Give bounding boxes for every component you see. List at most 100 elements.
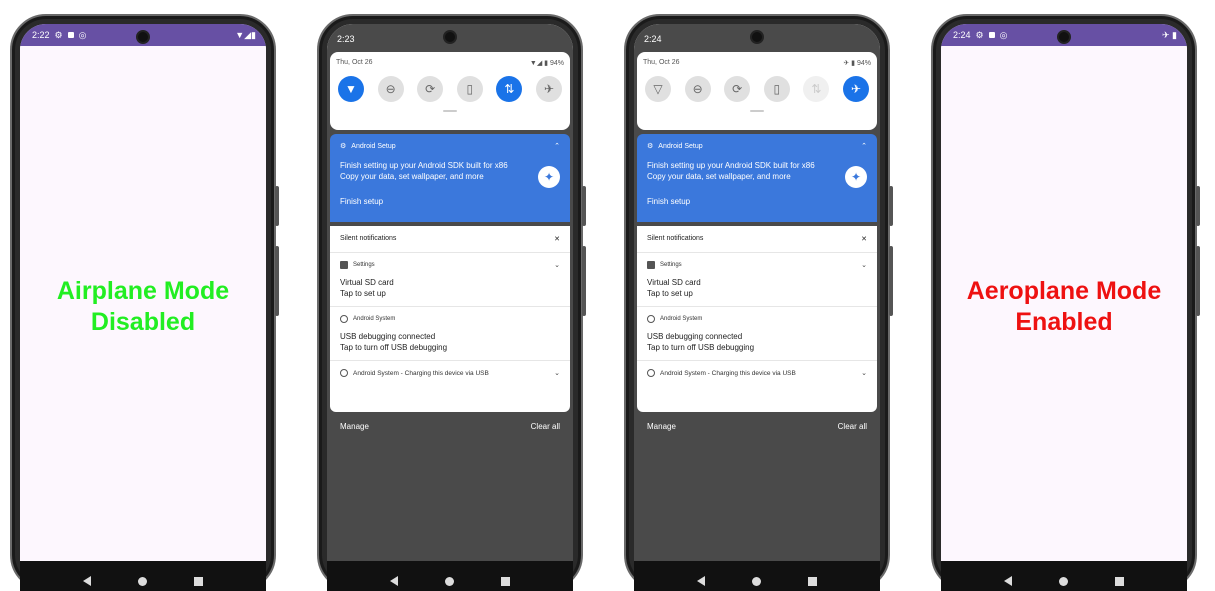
phone-screen: 2:24 ⚙ ◎ ✈ ▮ Aeroplane Mode Enabled [941,24,1187,591]
silent-notifications-card: Silent notifications ✕ Settings ⌄ Virtua… [330,226,570,412]
chevron-down-icon[interactable]: ⌄ [554,261,560,269]
auto-rotate-tile-icon[interactable]: ⟳ [417,76,444,102]
qs-status-icons: ✈ ▮ 94% [843,60,871,67]
list-item[interactable]: Android System - Charging this device vi… [637,360,877,385]
qs-date[interactable]: Thu, Oct 26 [336,59,373,67]
android-system-icon [647,315,655,323]
drag-handle[interactable] [443,110,457,112]
android-system-icon [340,369,348,377]
magic-wand-icon: ✦ [845,166,867,188]
setup-notification[interactable]: ⚙ Android Setup ⌃ Finish setting up your… [637,134,877,222]
status-line-1: Aeroplane Mode [966,277,1162,305]
silent-notifications-card: Silent notifications ✕ Settings ⌄ Virtua… [637,226,877,412]
battery-saver-tile-icon[interactable]: ▯ [763,76,790,102]
power-button [889,246,893,316]
sd-card-icon [340,261,348,269]
setup-notification[interactable]: ⚙ Android Setup ⌃ Finish setting up your… [330,134,570,222]
airplane-mode-tile-icon[interactable]: ✈ [842,76,869,102]
volume-button [275,186,279,226]
power-button [275,246,279,316]
list-item[interactable]: Android System USB debugging connected T… [330,306,570,360]
recents-icon[interactable] [500,576,510,586]
back-icon[interactable] [1004,576,1013,586]
clear-all-button[interactable]: Clear all [838,422,867,431]
finish-setup-button[interactable]: Finish setup [647,197,867,206]
phone-frame-2: 2:23 Thu, Oct 26 ▼◢ ▮ 94% ▼ ⊖ ⟳ ▯ ⇅ ✈ ⚙ … [317,14,586,591]
airplane-mode-tile-icon[interactable]: ✈ [535,76,562,102]
auto-rotate-tile-icon[interactable]: ⟳ [724,76,751,102]
notif-title: USB debugging connected [340,332,436,341]
silent-header: Silent notifications [340,235,397,242]
volume-button [889,186,893,226]
phone-screen: 2:24 Thu, Oct 26 ✈ ▮ 94% ▽ ⊖ ⟳ ▯ ⇅ ✈ ⚙ A… [634,24,880,591]
gear-icon: ⚙ [647,143,654,150]
list-item[interactable]: Settings ⌄ Virtual SD card Tap to set up [637,252,877,306]
phone-frame-1: 2:22 ⚙ ◎ ▼◢▮ Airplane Mode Disabled [10,14,279,591]
recents-icon[interactable] [1114,576,1124,586]
notif-app-name: Settings [353,262,375,268]
android-system-icon [340,315,348,323]
close-icon[interactable]: ✕ [861,235,867,243]
sd-card-icon [647,261,655,269]
manage-button[interactable]: Manage [340,422,369,431]
home-icon[interactable] [137,576,147,586]
camera-icon [750,30,764,44]
battery-saver-tile-icon[interactable]: ▯ [456,76,483,102]
mobile-data-tile-icon[interactable]: ⇅ [496,76,523,102]
mobile-data-tile-icon[interactable]: ⇅ [803,76,830,102]
status-time: 2:23 [337,34,355,44]
chevron-down-icon[interactable]: ⌄ [554,369,560,377]
status-time: 2:24 [953,30,971,40]
chevron-up-icon[interactable]: ⌃ [554,142,560,150]
do-not-disturb-tile-icon[interactable]: ⊖ [684,76,711,102]
gear-icon: ⚙ [975,29,984,40]
notif-app-name: Settings [660,262,682,268]
app-content: Airplane Mode Disabled [20,46,266,561]
home-icon[interactable] [1058,576,1068,586]
quick-settings-panel: Thu, Oct 26 ✈ ▮ 94% ▽ ⊖ ⟳ ▯ ⇅ ✈ [637,52,877,130]
back-icon[interactable] [697,576,706,586]
airplane-battery-icons: ✈ ▮ [1162,29,1177,40]
wifi-tile-icon[interactable]: ▼ [338,76,364,102]
camera-icon [1057,30,1071,44]
camera-icon [136,30,150,44]
notif-app-name: Android System - Charging this device vi… [353,369,489,377]
clear-all-button[interactable]: Clear all [531,422,560,431]
sd-card-icon [988,32,995,38]
notif-title: USB debugging connected [647,332,743,341]
close-icon[interactable]: ✕ [554,235,560,243]
back-icon[interactable] [83,576,92,586]
qs-status-icons: ▼◢ ▮ 94% [529,60,564,67]
navigation-bar [941,561,1187,591]
gear-icon: ⚙ [340,143,347,150]
notif-app-name: Android System [660,316,703,322]
home-icon[interactable] [444,576,454,586]
chevron-down-icon[interactable]: ⌄ [861,261,867,269]
setup-line-1: Finish setting up your Android SDK built… [340,161,508,170]
volume-button [582,186,586,226]
signal-battery-icons: ▼◢▮ [235,29,256,40]
setup-app-name: Android Setup [351,142,396,150]
airplane-mode-status: Airplane Mode Disabled [20,276,266,338]
recents-icon[interactable] [807,576,817,586]
status-line-2: Enabled [1015,308,1113,336]
do-not-disturb-tile-icon[interactable]: ⊖ [377,76,404,102]
navigation-bar [327,561,573,591]
notif-app-name: Android System - Charging this device vi… [660,369,796,377]
wifi-tile-icon[interactable]: ▽ [645,76,671,102]
qs-date[interactable]: Thu, Oct 26 [643,59,680,67]
recents-icon[interactable] [193,576,203,586]
drag-handle[interactable] [750,110,764,112]
back-icon[interactable] [390,576,399,586]
magic-wand-icon: ✦ [538,166,560,188]
phone-screen: 2:22 ⚙ ◎ ▼◢▮ Airplane Mode Disabled [20,24,266,591]
finish-setup-button[interactable]: Finish setup [340,197,560,206]
manage-button[interactable]: Manage [647,422,676,431]
list-item[interactable]: Android System USB debugging connected T… [637,306,877,360]
chevron-down-icon[interactable]: ⌄ [861,369,867,377]
status-line-1: Airplane Mode [56,277,230,305]
home-icon[interactable] [751,576,761,586]
list-item[interactable]: Android System - Charging this device vi… [330,360,570,385]
chevron-up-icon[interactable]: ⌃ [861,142,867,150]
list-item[interactable]: Settings ⌄ Virtual SD card Tap to set up [330,252,570,306]
